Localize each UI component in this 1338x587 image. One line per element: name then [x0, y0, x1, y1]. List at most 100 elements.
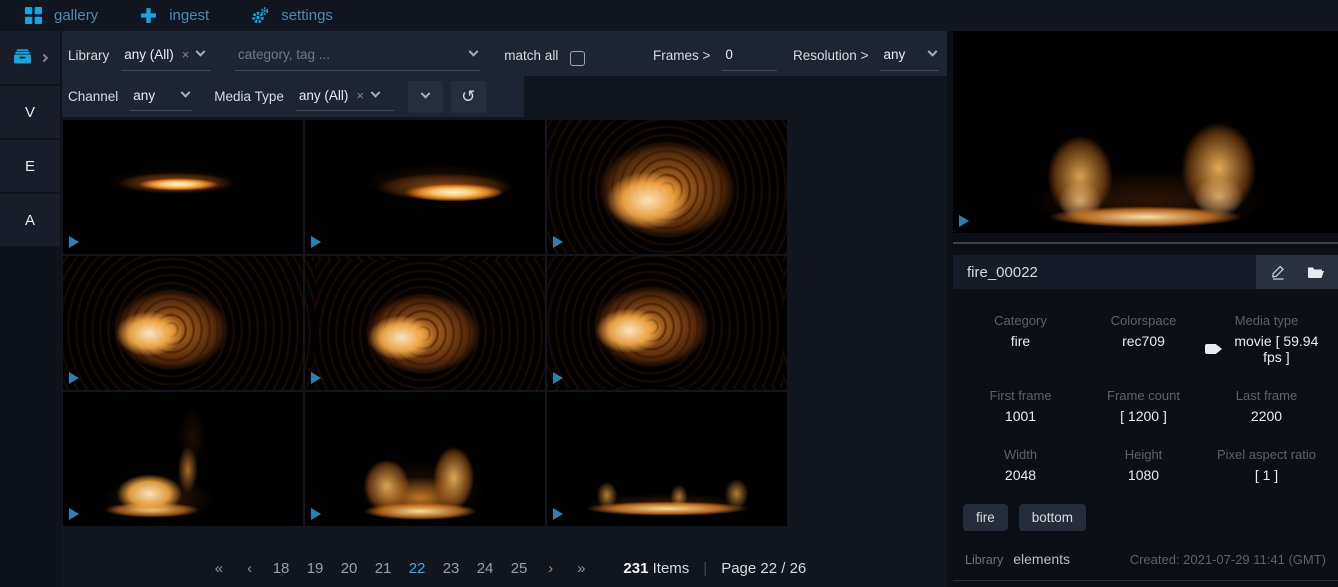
- field-value: 2048: [959, 467, 1082, 483]
- frames-filter-label: Frames >: [653, 48, 710, 63]
- field-value: [ 1 ]: [1205, 467, 1328, 483]
- thumbnail[interactable]: [63, 392, 303, 526]
- page-number[interactable]: 19: [305, 560, 325, 577]
- media-type-select[interactable]: any (All) ×: [296, 88, 394, 111]
- thumbnail[interactable]: [547, 256, 787, 390]
- frames-input[interactable]: [725, 47, 769, 62]
- prev-page-button[interactable]: ‹: [247, 560, 252, 577]
- clear-icon[interactable]: ×: [356, 88, 364, 103]
- metadata-field: Pixel aspect ratio [ 1 ]: [1205, 447, 1328, 483]
- pagination-separator: |: [703, 560, 707, 577]
- tag-search-control[interactable]: [235, 47, 480, 71]
- thumbnail[interactable]: [305, 392, 545, 526]
- fire-thumbnail-image: [63, 256, 303, 390]
- fire-thumbnail-image: [547, 120, 787, 254]
- nav-label-ingest: ingest: [169, 7, 209, 24]
- metadata-field: Media typemovie [ 59.94 fps ]: [1205, 313, 1328, 365]
- resolution-select[interactable]: any: [880, 47, 939, 71]
- thumbnail[interactable]: [305, 256, 545, 390]
- fire-thumbnail-image: [305, 256, 545, 390]
- sidebar-item-a[interactable]: A: [0, 194, 60, 246]
- thumbnail[interactable]: [63, 256, 303, 390]
- field-value: 1080: [1082, 467, 1205, 483]
- created-timestamp: Created: 2021-07-29 11:41 (GMT): [1130, 552, 1326, 567]
- page-number[interactable]: 18: [271, 560, 291, 577]
- channel-select[interactable]: any: [130, 88, 192, 111]
- refresh-button[interactable]: ↺: [451, 81, 486, 113]
- page-number[interactable]: 21: [373, 560, 393, 577]
- chevron-down-icon: [196, 47, 206, 57]
- field-label: First frame: [959, 388, 1082, 403]
- chevron-down-icon: [181, 88, 191, 98]
- folder-icon: [1307, 265, 1325, 280]
- frames-input-control[interactable]: [722, 47, 777, 71]
- nav-item-gallery[interactable]: gallery: [25, 7, 98, 24]
- page-number[interactable]: 23: [441, 560, 461, 577]
- page-number[interactable]: 24: [475, 560, 495, 577]
- thumbnail[interactable]: [305, 120, 545, 254]
- grid-icon: [25, 7, 42, 24]
- main-area: Library any (All) × match all Frames > R…: [62, 31, 947, 587]
- gears-icon: [251, 7, 269, 24]
- tag-pill[interactable]: fire: [963, 504, 1008, 531]
- preview-player[interactable]: [953, 31, 1338, 233]
- field-label: Media type: [1205, 313, 1328, 328]
- chevron-down-icon: [469, 47, 479, 57]
- metadata-field: Last frame2200: [1205, 388, 1328, 424]
- library-select[interactable]: any (All) ×: [121, 47, 211, 71]
- library-value: elements: [1013, 551, 1129, 567]
- field-label: Colorspace: [1082, 313, 1205, 328]
- fire-thumbnail-image: [63, 120, 303, 254]
- metadata-grid: CategoryfireColorspacerec709Media typemo…: [953, 289, 1338, 483]
- preview-image: [953, 31, 1338, 233]
- left-sidebar: V E A: [0, 31, 62, 587]
- open-folder-button[interactable]: [1301, 257, 1331, 287]
- play-icon: [311, 372, 321, 384]
- nav-item-settings[interactable]: settings: [251, 7, 333, 24]
- filter-bar-row2: Channel any Media Type any (All) × ↺: [62, 76, 524, 117]
- timeline-scrubber[interactable]: [953, 242, 1338, 244]
- field-value: [ 1200 ]: [1082, 408, 1205, 424]
- thumbnail-grid: [63, 120, 787, 526]
- play-icon: [311, 508, 321, 520]
- nav-item-ingest[interactable]: ingest: [140, 7, 209, 24]
- pencil-icon: [1270, 264, 1286, 280]
- items-count: 231 Items: [623, 560, 689, 577]
- expand-chevron-icon: [40, 53, 48, 61]
- search-input[interactable]: [238, 47, 448, 62]
- edit-button[interactable]: [1263, 257, 1293, 287]
- page-indicator: Page 22 / 26: [721, 560, 806, 577]
- fire-thumbnail-image: [547, 256, 787, 390]
- more-filters-button[interactable]: [408, 81, 443, 113]
- last-page-button[interactable]: »: [577, 560, 585, 577]
- page-number[interactable]: 25: [509, 560, 529, 577]
- field-label: Pixel aspect ratio: [1205, 447, 1328, 462]
- sidebar-item-e[interactable]: E: [0, 140, 60, 192]
- thumbnail[interactable]: [547, 120, 787, 254]
- detail-panel: fire_00022 CategoryfireColorspacerec709M…: [947, 31, 1338, 587]
- field-label: Category: [959, 313, 1082, 328]
- play-icon: [553, 508, 563, 520]
- first-page-button[interactable]: «: [215, 560, 223, 577]
- tag-pill[interactable]: bottom: [1019, 504, 1086, 531]
- page-numbers: 18 19 20 21 22 23 24 25: [264, 560, 536, 577]
- library-row: Library elements Created: 2021-07-29 11:…: [953, 551, 1338, 581]
- page-number[interactable]: 22: [407, 560, 427, 577]
- asset-title-bar: fire_00022: [953, 255, 1338, 289]
- clear-icon[interactable]: ×: [182, 47, 190, 62]
- metadata-field: Frame count[ 1200 ]: [1082, 388, 1205, 424]
- tag-list: fire bottom: [953, 483, 1338, 531]
- field-label: Width: [959, 447, 1082, 462]
- plus-icon: [140, 7, 157, 24]
- next-page-button[interactable]: ›: [548, 560, 553, 577]
- fire-thumbnail-image: [305, 392, 545, 526]
- thumbnail[interactable]: [63, 120, 303, 254]
- nav-label-settings: settings: [281, 7, 333, 24]
- match-all-checkbox[interactable]: [570, 51, 585, 66]
- thumbnail[interactable]: [547, 392, 787, 526]
- page-number[interactable]: 20: [339, 560, 359, 577]
- sidebar-item-library-drawer[interactable]: [0, 31, 60, 84]
- sidebar-item-v[interactable]: V: [0, 86, 60, 138]
- match-all-label: match all: [504, 48, 558, 63]
- play-icon: [69, 372, 79, 384]
